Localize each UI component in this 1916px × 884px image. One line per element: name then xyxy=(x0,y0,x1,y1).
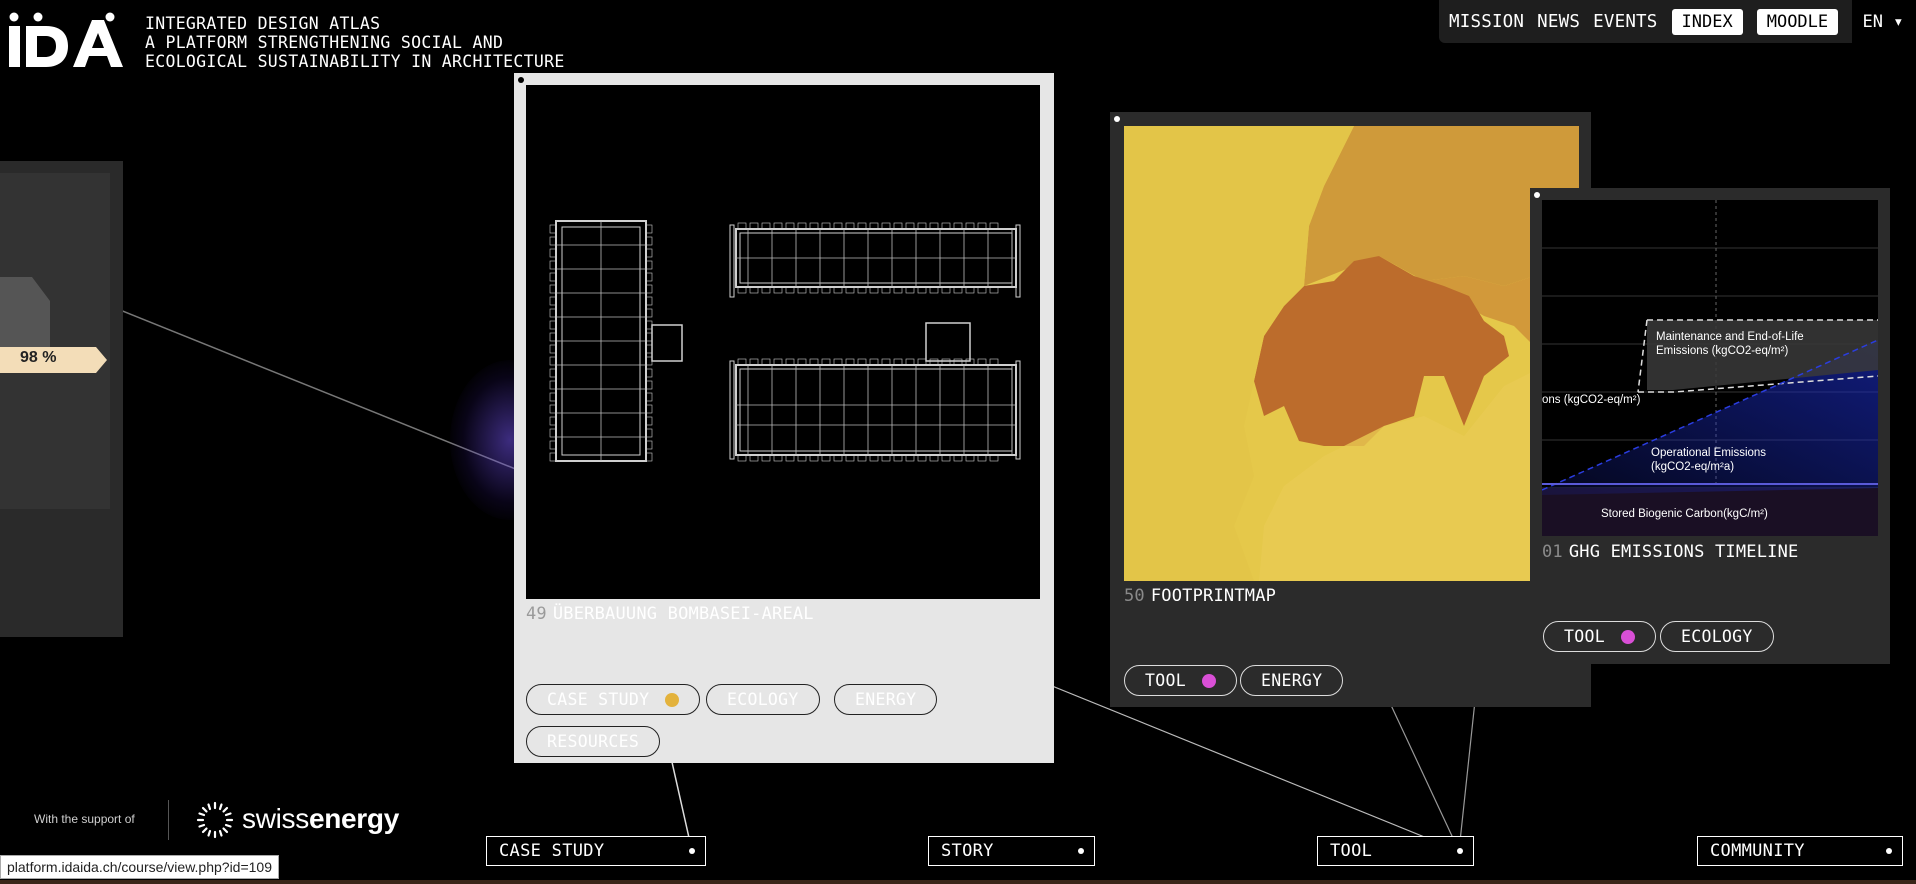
tag-label: CASE STUDY xyxy=(547,690,650,709)
tag-ecology[interactable]: ECOLOGY xyxy=(1660,621,1774,652)
operational-label: Operational Emissions (kgCO2-eq/m²a) xyxy=(1651,447,1767,473)
language-selector[interactable]: EN ▾ xyxy=(1852,0,1914,43)
bottom-nav-story[interactable]: STORY xyxy=(928,836,1095,866)
footer-divider xyxy=(168,800,169,840)
bottom-nav-tool[interactable]: TOOL xyxy=(1317,836,1474,866)
bottom-nav-label: STORY xyxy=(941,841,994,861)
tag-label: ECOLOGY xyxy=(1681,627,1753,646)
bottom-nav-label: COMMUNITY xyxy=(1710,841,1805,861)
emissions-chart-image: Maintenance and End-of-Life Emissions (k… xyxy=(1542,200,1878,536)
percentage-badge: 98 % xyxy=(20,349,57,366)
connector-dot xyxy=(689,848,695,854)
biogenic-label: Stored Biogenic Carbon(kgC/m²) xyxy=(1601,508,1768,520)
bottom-edge xyxy=(0,880,1916,884)
tag-tool[interactable]: TOOL xyxy=(1124,665,1237,696)
tag-label: ECOLOGY xyxy=(727,690,799,709)
category-dot xyxy=(665,692,680,707)
partial-card-image xyxy=(0,173,110,509)
tag-energy[interactable]: ENERGY xyxy=(834,684,938,715)
embodied-label: ons (kgCO2-eq/m²) xyxy=(1542,394,1641,406)
tag-case-study[interactable]: CASE STUDY xyxy=(526,684,701,715)
card-title: 01 GHG EMISSIONS TIMELINE xyxy=(1542,542,1798,562)
card-ghg-emissions[interactable]: Maintenance and End-of-Life Emissions (k… xyxy=(1530,188,1890,664)
tag-label: ENERGY xyxy=(855,690,917,709)
tag-label: TOOL xyxy=(1145,671,1186,690)
nav-news[interactable]: NEWS xyxy=(1537,12,1580,32)
card-corner-dot xyxy=(1534,192,1540,198)
tag-ecology[interactable]: ECOLOGY xyxy=(706,684,820,715)
bottom-nav-label: CASE STUDY xyxy=(499,841,605,861)
nav-mission[interactable]: MISSION xyxy=(1449,12,1524,32)
connector-dot xyxy=(1457,848,1463,854)
floor-plan-image xyxy=(526,85,1040,599)
maintenance-label: Maintenance and End-of-Life Emissions (k… xyxy=(1656,331,1804,357)
swissenergy-icon xyxy=(196,801,234,839)
card-bombasei[interactable]: 49 ÜBERBAUUNG BOMBASEI-AREAL CASE STUDY E… xyxy=(514,73,1054,763)
card-number: 01 xyxy=(1542,542,1563,562)
card-title-text: ÜBERBAUUNG BOMBASEI-AREAL xyxy=(552,604,814,624)
tagline-line-2: A PLATFORM STRENGTHENING SOCIAL AND xyxy=(145,33,504,52)
bottom-nav-community[interactable]: COMMUNITY xyxy=(1697,836,1903,866)
connector-dot xyxy=(1078,848,1084,854)
tag-label: RESOURCES xyxy=(547,732,640,751)
card-footprintmap[interactable]: 50 FOOTPRINTMAP TOOL ENERGY xyxy=(1110,112,1591,707)
nav-events[interactable]: EVENTS xyxy=(1593,12,1657,32)
tagline: INTEGRATED DESIGN ATLAS A PLATFORM STREN… xyxy=(145,14,565,71)
card-title: 49 ÜBERBAUUNG BOMBASEI-AREAL xyxy=(526,604,814,624)
bottom-nav-label: TOOL xyxy=(1330,841,1373,861)
card-number: 50 xyxy=(1124,586,1145,606)
tagline-line-1: INTEGRATED DESIGN ATLAS xyxy=(145,14,381,33)
category-dot xyxy=(1620,629,1635,644)
tag-energy[interactable]: ENERGY xyxy=(1240,665,1344,696)
card-title: 50 FOOTPRINTMAP xyxy=(1124,586,1276,606)
bottom-nav-case-study[interactable]: CASE STUDY xyxy=(486,836,706,866)
card-number: 49 xyxy=(526,604,547,624)
nav-index-button[interactable]: INDEX xyxy=(1671,8,1743,35)
support-text: With the support of xyxy=(34,812,135,826)
card-corner-dot xyxy=(518,77,524,83)
top-navigation: MISSION NEWS EVENTS INDEX MOODLE xyxy=(1439,0,1914,43)
tag-resources[interactable]: RESOURCES xyxy=(526,726,661,757)
partial-card-left[interactable] xyxy=(0,161,123,637)
browser-status-url: platform.idaida.ch/course/view.php?id=10… xyxy=(0,855,280,879)
card-title-text: FOOTPRINTMAP xyxy=(1150,586,1277,606)
tag-label: TOOL xyxy=(1564,627,1605,646)
ida-logo[interactable] xyxy=(8,12,134,68)
tag-tool[interactable]: TOOL xyxy=(1543,621,1656,652)
map-image xyxy=(1124,126,1579,581)
card-title-text: GHG EMISSIONS TIMELINE xyxy=(1568,542,1799,562)
connector-dot xyxy=(1886,848,1892,854)
nav-moodle-button[interactable]: MOODLE xyxy=(1756,8,1839,35)
category-dot xyxy=(1201,673,1216,688)
swissenergy-logo-text: swissenergy xyxy=(242,803,399,834)
tagline-line-3: ECOLOGICAL SUSTAINABILITY IN ARCHITECTUR… xyxy=(145,52,565,71)
card-corner-dot xyxy=(1114,116,1120,122)
tag-label: ENERGY xyxy=(1261,671,1323,690)
